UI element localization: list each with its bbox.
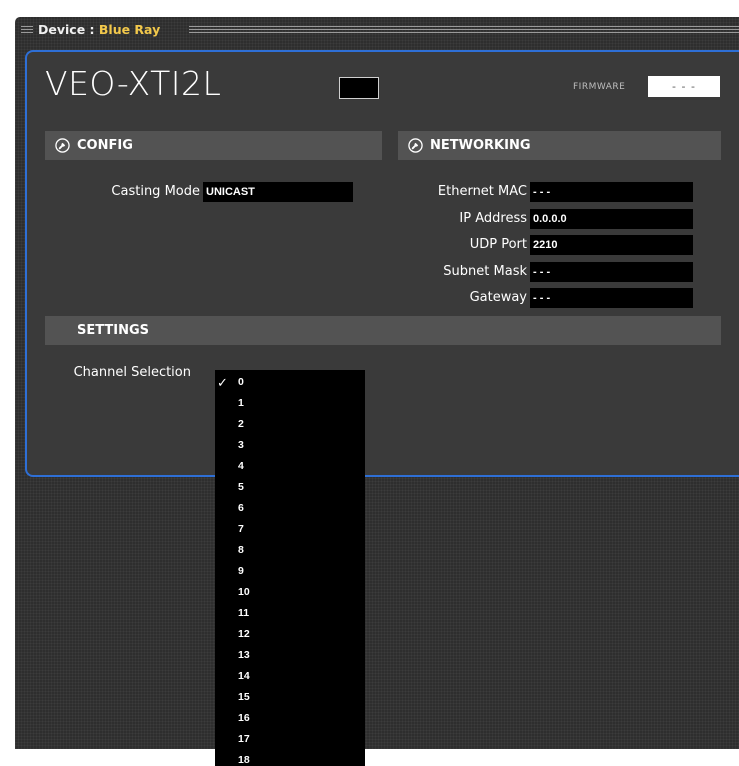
ethernet-mac-label: Ethernet MAC xyxy=(437,184,527,199)
channel-option-2[interactable]: 2 xyxy=(215,414,365,435)
networking-section-header: NETWORKING xyxy=(398,131,721,160)
channel-option-0[interactable]: ✓ 0 xyxy=(215,372,365,393)
wrench-icon xyxy=(408,138,423,153)
channel-selection-label: Channel Selection xyxy=(73,365,191,380)
subnet-mask-label: Subnet Mask xyxy=(443,264,527,279)
channel-option-16[interactable]: 16 xyxy=(215,708,365,729)
wrench-icon xyxy=(55,138,70,153)
channel-option-6[interactable]: 6 xyxy=(215,498,365,519)
channel-option-4[interactable]: 4 xyxy=(215,456,365,477)
model-name: VEO-XTI2L xyxy=(45,64,222,103)
status-indicator xyxy=(339,77,379,99)
networking-title: NETWORKING xyxy=(430,138,531,153)
channel-option-8[interactable]: 8 xyxy=(215,540,365,561)
firmware-value: - - - xyxy=(648,76,720,97)
channel-option-13[interactable]: 13 xyxy=(215,645,365,666)
device-panel: VEO-XTI2L FIRMWARE - - - CONFIG Casting … xyxy=(25,50,739,477)
device-window: Device : Blue Ray VEO-XTI2L FIRMWARE - -… xyxy=(15,17,739,766)
checkmark-icon: ✓ xyxy=(217,375,228,390)
ethernet-mac-field[interactable]: - - - xyxy=(530,182,693,202)
firmware-label: FIRMWARE xyxy=(573,82,626,92)
channel-selection-dropdown[interactable]: ✓ 0 1 2 3 4 5 6 7 8 9 10 11 12 13 14 15 … xyxy=(215,370,365,766)
udp-port-field[interactable]: 2210 xyxy=(530,235,693,255)
ip-address-field[interactable]: 0.0.0.0 xyxy=(530,209,693,229)
channel-option-14[interactable]: 14 xyxy=(215,666,365,687)
channel-option-9[interactable]: 9 xyxy=(215,561,365,582)
settings-section-header: SETTINGS xyxy=(45,316,721,345)
device-title: Device : Blue Ray xyxy=(38,21,160,39)
ip-address-label: IP Address xyxy=(459,211,527,226)
channel-option-3[interactable]: 3 xyxy=(215,435,365,456)
udp-port-label: UDP Port xyxy=(469,237,527,252)
channel-option-1[interactable]: 1 xyxy=(215,393,365,414)
settings-title: SETTINGS xyxy=(77,323,150,338)
channel-option-15[interactable]: 15 xyxy=(215,687,365,708)
config-section-header: CONFIG xyxy=(45,131,382,160)
casting-mode-field[interactable]: UNICAST xyxy=(203,182,353,202)
device-name: Blue Ray xyxy=(98,22,161,37)
channel-option-18[interactable]: 18 xyxy=(215,750,365,766)
titlebar-ridge-left xyxy=(21,26,33,33)
device-label: Device : xyxy=(38,22,95,37)
gateway-field[interactable]: - - - xyxy=(530,288,693,308)
channel-option-10[interactable]: 10 xyxy=(215,582,365,603)
titlebar-ridge-right xyxy=(189,26,739,33)
channel-option-17[interactable]: 17 xyxy=(215,729,365,750)
channel-option-12[interactable]: 12 xyxy=(215,624,365,645)
channel-option-5[interactable]: 5 xyxy=(215,477,365,498)
config-title: CONFIG xyxy=(77,138,133,153)
subnet-mask-field[interactable]: - - - xyxy=(530,262,693,282)
window-titlebar: Device : Blue Ray xyxy=(15,17,739,43)
channel-option-11[interactable]: 11 xyxy=(215,603,365,624)
casting-mode-label: Casting Mode xyxy=(111,184,200,199)
channel-option-7[interactable]: 7 xyxy=(215,519,365,540)
gateway-label: Gateway xyxy=(469,290,527,305)
